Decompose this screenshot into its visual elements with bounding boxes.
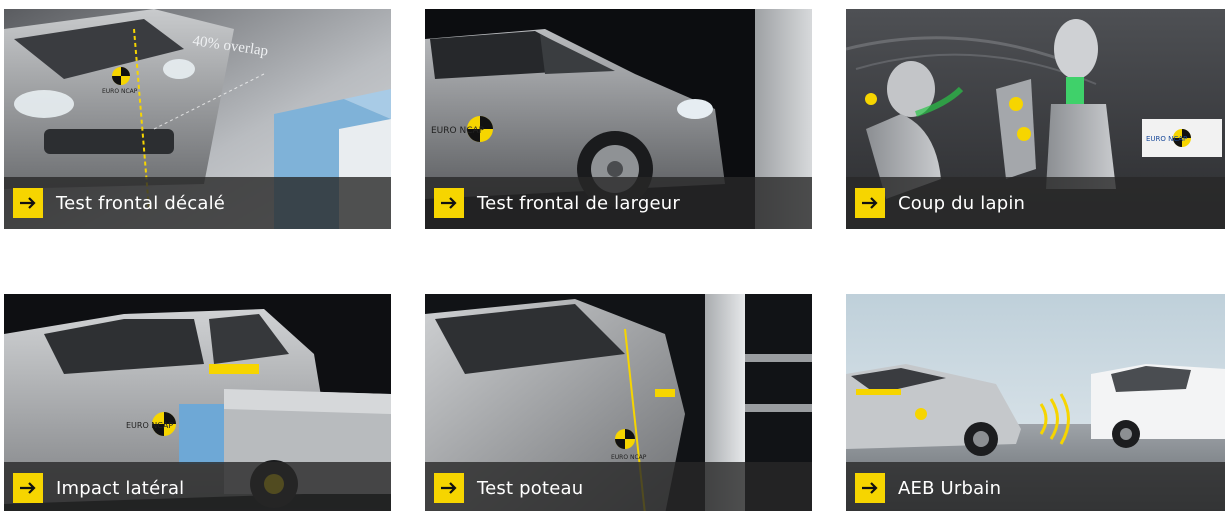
tile-label: Coup du lapin xyxy=(898,192,1026,214)
tile-full-width-frontal-test[interactable]: EURO NCAP Test frontal de largeur xyxy=(425,9,812,229)
tile-label: Test frontal décalé xyxy=(56,192,226,214)
euro-ncap-logo: EURO NCAP xyxy=(1146,135,1187,143)
tile-aeb-city-test[interactable]: AEB Urbain xyxy=(846,294,1225,511)
euro-ncap-logo: EURO NCAP xyxy=(611,454,647,461)
caption-bar: Test frontal décalé xyxy=(4,177,391,229)
arrow-right-icon xyxy=(434,188,464,218)
arrow-right-icon xyxy=(855,473,885,503)
caption-bar: Test frontal de largeur xyxy=(425,177,812,229)
tile-label: Impact latéral xyxy=(56,477,185,499)
caption-bar: Coup du lapin xyxy=(846,177,1225,229)
arrow-right-icon xyxy=(855,188,885,218)
tile-label: AEB Urbain xyxy=(898,477,1002,499)
tile-pole-test[interactable]: EURO NCAP Test poteau xyxy=(425,294,812,511)
tile-frontal-offset-test[interactable]: EURO NCAP 40% overlap Test frontal décal… xyxy=(4,9,391,229)
caption-bar: AEB Urbain xyxy=(846,462,1225,511)
caption-bar: Test poteau xyxy=(425,462,812,511)
arrow-right-icon xyxy=(13,188,43,218)
euro-ncap-logo: EURO NCAP xyxy=(431,126,485,136)
arrow-right-icon xyxy=(434,473,464,503)
euro-ncap-logo: EURO NCAP xyxy=(102,88,138,95)
caption-bar: Impact latéral xyxy=(4,462,391,511)
tile-side-impact-test[interactable]: EURO NCAP Impact latéral xyxy=(4,294,391,511)
arrow-right-icon xyxy=(13,473,43,503)
tile-whiplash-test[interactable]: EURO NCAP Coup du lapin xyxy=(846,9,1225,229)
euro-ncap-logo: EURO NCAP xyxy=(126,421,173,430)
tile-label: Test frontal de largeur xyxy=(477,192,680,214)
tile-label: Test poteau xyxy=(477,477,584,499)
